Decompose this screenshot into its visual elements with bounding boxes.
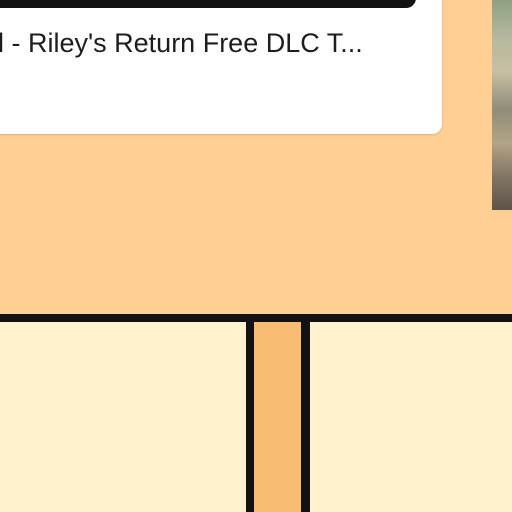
- thumbnail-image[interactable]: [492, 0, 512, 210]
- content-card[interactable]: l - Riley's Return Free DLC T...: [0, 0, 442, 134]
- center-accent-strip: [254, 322, 301, 512]
- card-top-bar: [0, 0, 416, 8]
- card-title[interactable]: l - Riley's Return Free DLC T...: [0, 26, 422, 60]
- bottom-border: [0, 314, 512, 322]
- page-viewport: l - Riley's Return Free DLC T...: [0, 0, 512, 512]
